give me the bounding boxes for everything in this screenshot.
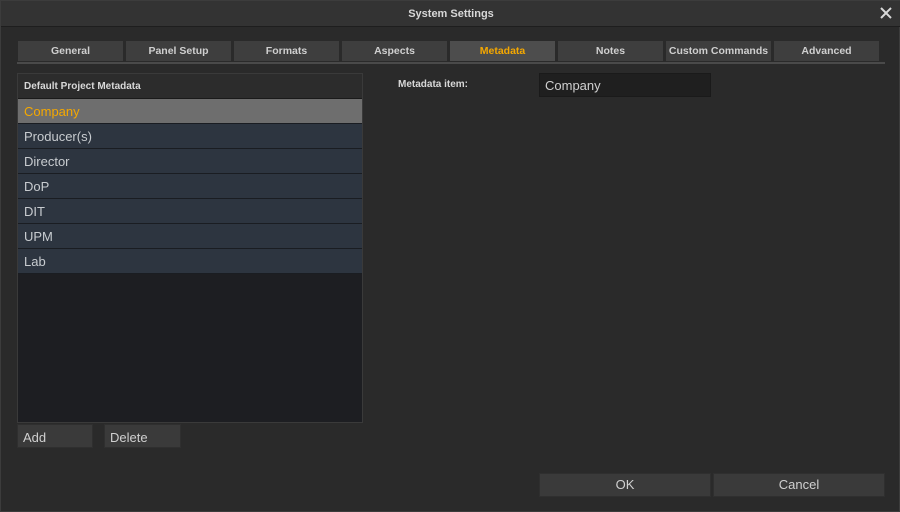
add-button[interactable]: Add	[17, 424, 93, 448]
metadata-list-panel: Default Project Metadata Company Produce…	[17, 73, 363, 423]
tab-notes[interactable]: Notes	[557, 40, 664, 62]
list-item[interactable]: DIT	[18, 199, 362, 224]
close-icon	[880, 7, 892, 19]
metadata-item-input[interactable]	[539, 73, 711, 97]
window-title: System Settings	[408, 8, 494, 20]
tab-aspects[interactable]: Aspects	[341, 40, 448, 62]
metadata-item-label: Metadata item:	[398, 79, 469, 90]
ok-button[interactable]: OK	[539, 473, 711, 497]
list-item[interactable]: Director	[18, 149, 362, 174]
list-item[interactable]: Lab	[18, 249, 362, 274]
delete-button[interactable]: Delete	[104, 424, 181, 448]
tab-general[interactable]: General	[17, 40, 124, 62]
list-item[interactable]: UPM	[18, 224, 362, 249]
close-button[interactable]	[878, 5, 894, 21]
list-item[interactable]: DoP	[18, 174, 362, 199]
cancel-button[interactable]: Cancel	[713, 473, 885, 497]
settings-tabs: General Panel Setup Formats Aspects Meta…	[17, 40, 885, 64]
system-settings-window: System Settings General Panel Setup Form…	[0, 0, 900, 512]
list-item[interactable]: Producer(s)	[18, 124, 362, 149]
tab-metadata[interactable]: Metadata	[449, 40, 556, 62]
tab-formats[interactable]: Formats	[233, 40, 340, 62]
title-bar[interactable]: System Settings	[1, 1, 900, 27]
tab-advanced[interactable]: Advanced	[773, 40, 880, 62]
list-header: Default Project Metadata	[18, 74, 362, 99]
list-item[interactable]: Company	[18, 99, 362, 124]
tab-panel-setup[interactable]: Panel Setup	[125, 40, 232, 62]
tab-custom-commands[interactable]: Custom Commands	[665, 40, 772, 62]
